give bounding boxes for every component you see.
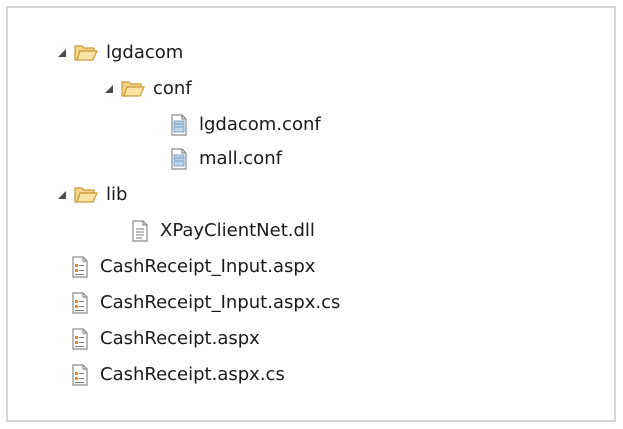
tree-node-conf[interactable]: conf — [101, 74, 192, 104]
tree-node-label: lib — [106, 184, 128, 205]
tree-node-label: lgdacom.conf — [199, 114, 321, 135]
folder-open-icon — [74, 41, 98, 65]
expand-toggle-icon[interactable] — [54, 187, 70, 203]
tree-node-cashreceipt-aspx-cs[interactable]: CashReceipt.aspx.cs — [68, 360, 285, 390]
file-tree: lgdacom conf lgdacom.conf mall.conf lib … — [8, 8, 614, 420]
config-file-icon — [167, 113, 191, 137]
tree-node-label: CashReceipt.aspx.cs — [100, 364, 285, 385]
folder-open-icon — [121, 77, 145, 101]
tree-node-label: CashReceipt.aspx — [100, 328, 260, 349]
tree-node-mall-conf[interactable]: mall.conf — [147, 144, 282, 174]
aspx-file-icon — [68, 291, 92, 315]
tree-node-label: conf — [153, 78, 192, 99]
tree-node-label: lgdacom — [106, 42, 184, 63]
dll-file-icon — [128, 219, 152, 243]
config-file-icon — [167, 147, 191, 171]
tree-node-cashreceipt-input-aspx-cs[interactable]: CashReceipt_Input.aspx.cs — [68, 288, 340, 318]
project-tree-panel: lgdacom conf lgdacom.conf mall.conf lib … — [6, 6, 616, 422]
tree-node-xpayclientnet-dll[interactable]: XPayClientNet.dll — [108, 216, 315, 246]
tree-node-lgdacom[interactable]: lgdacom — [54, 38, 183, 68]
tree-node-label: CashReceipt_Input.aspx.cs — [100, 292, 341, 313]
tree-node-lib[interactable]: lib — [54, 180, 127, 210]
tree-node-cashreceipt-input-aspx[interactable]: CashReceipt_Input.aspx — [68, 252, 315, 282]
tree-node-label: XPayClientNet.dll — [160, 220, 315, 241]
tree-node-label: mall.conf — [199, 148, 282, 169]
tree-node-label: CashReceipt_Input.aspx — [100, 256, 316, 277]
aspx-file-icon — [68, 327, 92, 351]
expand-toggle-icon[interactable] — [54, 45, 70, 61]
tree-node-cashreceipt-aspx[interactable]: CashReceipt.aspx — [68, 324, 260, 354]
aspx-file-icon — [68, 255, 92, 279]
aspx-file-icon — [68, 363, 92, 387]
tree-node-lgdacom-conf[interactable]: lgdacom.conf — [147, 110, 321, 140]
expand-toggle-icon[interactable] — [101, 81, 117, 97]
folder-open-icon — [74, 183, 98, 207]
